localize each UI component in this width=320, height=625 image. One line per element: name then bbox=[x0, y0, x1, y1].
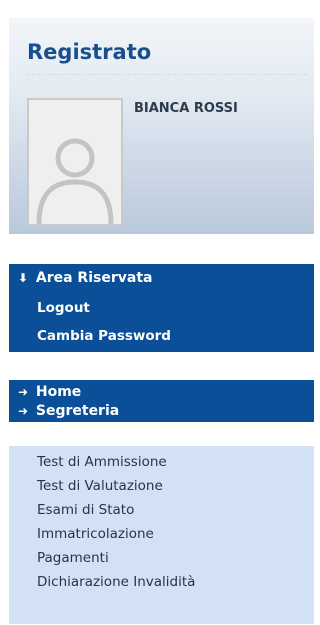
right-arrow-icon: ➜ bbox=[17, 404, 29, 418]
right-arrow-icon: ➜ bbox=[17, 385, 29, 399]
main-nav: ➜ Home ➜ Segreteria bbox=[9, 380, 314, 422]
submenu-test-valutazione[interactable]: Test di Valutazione bbox=[37, 476, 163, 497]
segreteria-submenu: Test di Ammissione Test di Valutazione E… bbox=[9, 446, 314, 624]
nav-home-label: Home bbox=[35, 384, 82, 400]
logout-link[interactable]: Logout bbox=[9, 298, 90, 318]
nav-item-home[interactable]: ➜ Home bbox=[15, 382, 81, 402]
area-riservata-menu: ⬇ Area Riservata Logout Cambia Password bbox=[9, 264, 314, 352]
submenu-pagamenti[interactable]: Pagamenti bbox=[37, 548, 109, 569]
divider bbox=[27, 74, 307, 75]
down-arrow-icon: ⬇ bbox=[17, 271, 29, 285]
area-riservata-header[interactable]: ⬇ Area Riservata bbox=[15, 268, 153, 288]
submenu-test-ammissione[interactable]: Test di Ammissione bbox=[37, 452, 167, 473]
user-placeholder-icon bbox=[29, 100, 121, 225]
avatar bbox=[27, 98, 123, 226]
submenu-immatricolazione[interactable]: Immatricolazione bbox=[37, 524, 154, 545]
panel-title: Registrato bbox=[27, 40, 152, 64]
registered-user-panel: Registrato BIANCA ROSSI bbox=[9, 18, 314, 234]
submenu-esami-stato[interactable]: Esami di Stato bbox=[37, 500, 134, 521]
sidebar: Registrato BIANCA ROSSI ⬇ Area Riservata… bbox=[0, 0, 318, 625]
nav-segreteria-label: Segreteria bbox=[35, 403, 120, 419]
submenu-dichiarazione-invalidita[interactable]: Dichiarazione Invalidità bbox=[37, 572, 195, 593]
change-password-link[interactable]: Cambia Password bbox=[9, 326, 171, 346]
area-riservata-label: Area Riservata bbox=[35, 270, 153, 286]
nav-item-segreteria[interactable]: ➜ Segreteria bbox=[15, 401, 119, 421]
user-name: BIANCA ROSSI bbox=[134, 101, 238, 116]
